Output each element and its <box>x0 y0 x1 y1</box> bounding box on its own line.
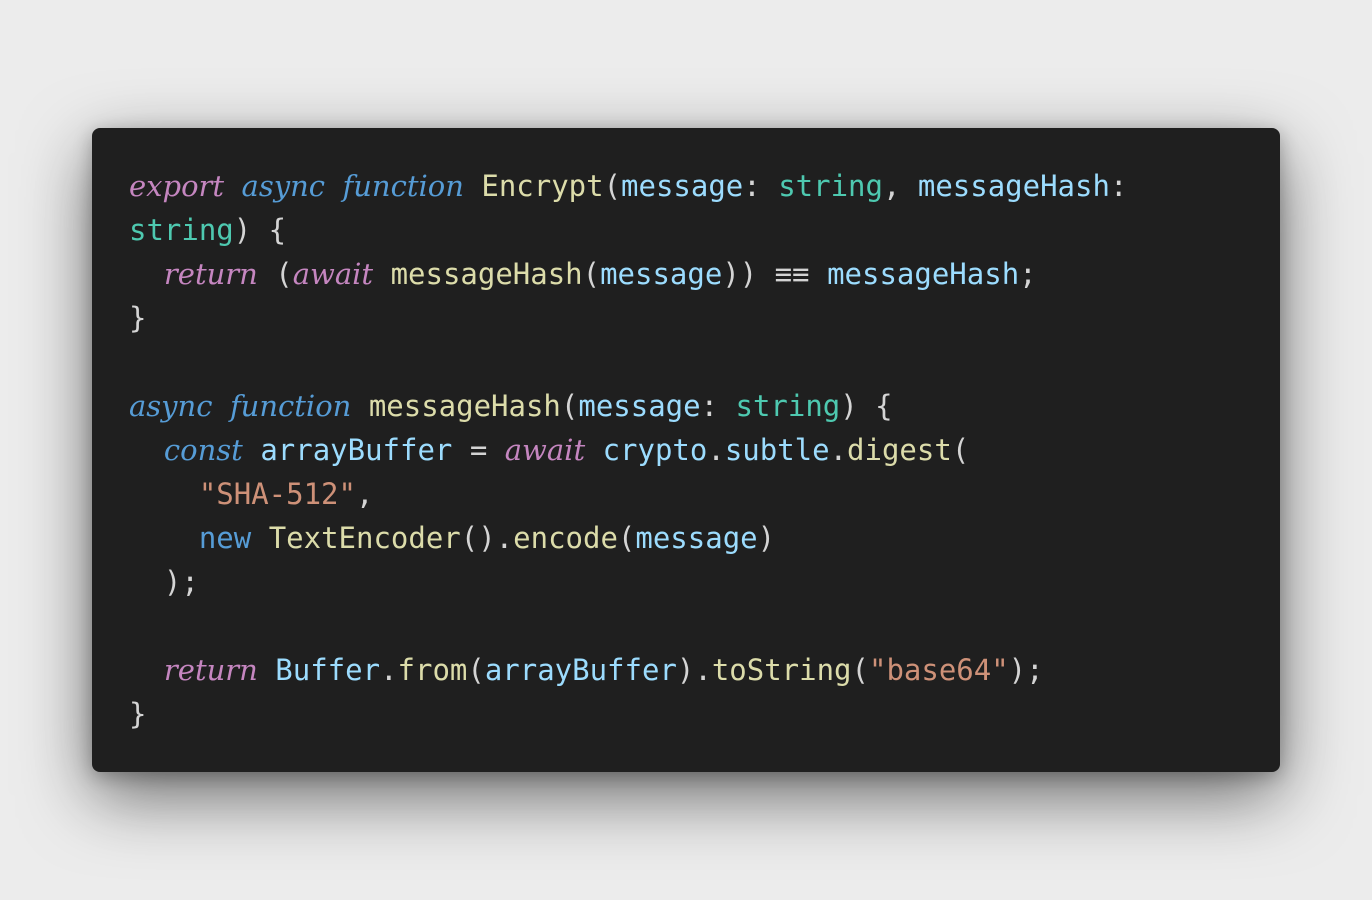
code-token: ). <box>676 653 712 687</box>
code-token: TextEncoder <box>268 521 461 555</box>
code-line: return (await messageHash(message)) ≡≡ m… <box>129 252 1127 296</box>
code-token: ≡≡ <box>774 257 810 291</box>
code-line: string) { <box>129 208 1127 252</box>
code-line: } <box>129 296 1127 340</box>
code-token: crypto <box>602 433 708 467</box>
code-token: ( <box>951 433 970 467</box>
code-token: function <box>229 389 352 423</box>
code-token: arrayBuffer <box>260 433 453 467</box>
code-token: ( <box>851 653 869 687</box>
code-token: ( <box>257 257 293 291</box>
code-token: message <box>600 257 723 291</box>
code-token: "base64" <box>868 653 1009 687</box>
code-token: ( <box>560 389 579 423</box>
code-line: return Buffer.from(arrayBuffer).toString… <box>129 648 1127 692</box>
code-line: ); <box>129 560 1127 604</box>
code-token: ; <box>1019 257 1037 291</box>
code-token: message <box>578 389 701 423</box>
code-token: . <box>380 653 398 687</box>
code-token: string <box>778 169 883 203</box>
code-token: , <box>882 169 918 203</box>
code-token: ( <box>617 521 636 555</box>
code-token: . <box>829 433 848 467</box>
code-token: encode <box>513 521 618 555</box>
code-line: new TextEncoder().encode(message) <box>129 516 1127 560</box>
code-line: export async function Encrypt(message: s… <box>129 164 1127 208</box>
code-token: subtle <box>724 433 830 467</box>
code-token: const <box>163 433 243 467</box>
code-token: toString <box>711 653 852 687</box>
code-token: ( <box>467 653 485 687</box>
code-line: async function messageHash(message: stri… <box>129 384 1127 428</box>
code-token: : <box>1109 169 1128 203</box>
code-token: ) <box>757 521 776 555</box>
code-token: await <box>292 257 374 291</box>
code-token: digest <box>847 433 952 467</box>
code-token: await <box>504 433 586 467</box>
code-token: async <box>129 389 213 423</box>
code-token: messageHash <box>390 257 583 291</box>
code-token: ) { <box>233 213 287 247</box>
code-token: ); <box>1008 653 1044 687</box>
code-token: new <box>198 521 252 555</box>
code-line: "SHA-512", <box>129 472 1127 516</box>
code-token: from <box>397 653 468 687</box>
code-line: const arrayBuffer = await crypto.subtle.… <box>129 428 1127 472</box>
code-token: messageHash <box>827 257 1020 291</box>
code-token: ( <box>603 169 622 203</box>
code-token: function <box>342 169 464 203</box>
code-token: )) <box>722 257 775 291</box>
code-token: = <box>452 433 505 467</box>
code-token: message <box>635 521 758 555</box>
code-token: ) { <box>840 389 893 423</box>
code-token: "SHA-512" <box>198 477 356 511</box>
code-token: . <box>707 433 725 467</box>
code-token: (). <box>460 521 514 555</box>
code-block: export async function Encrypt(message: s… <box>129 164 1127 736</box>
code-token: : <box>743 169 779 203</box>
code-token: string <box>735 389 841 423</box>
code-token: return <box>163 653 258 687</box>
code-token: ( <box>582 257 601 291</box>
code-token: ); <box>129 565 199 599</box>
code-line: } <box>129 692 1127 736</box>
code-snippet-card: export async function Encrypt(message: s… <box>92 128 1280 772</box>
code-token: string <box>129 213 234 247</box>
code-token: return <box>163 257 258 291</box>
code-token: Buffer <box>275 653 381 687</box>
code-token: message <box>621 169 744 203</box>
code-token: arrayBuffer <box>484 653 677 687</box>
code-token: , <box>355 477 374 511</box>
code-token: messageHash <box>917 169 1110 203</box>
code-token: messageHash <box>368 389 561 423</box>
code-token: Encrypt <box>481 169 604 203</box>
code-token: } <box>129 697 147 731</box>
code-token: export <box>129 169 225 203</box>
code-token: } <box>129 301 147 335</box>
code-token: async <box>241 169 326 203</box>
code-token: : <box>700 389 736 423</box>
